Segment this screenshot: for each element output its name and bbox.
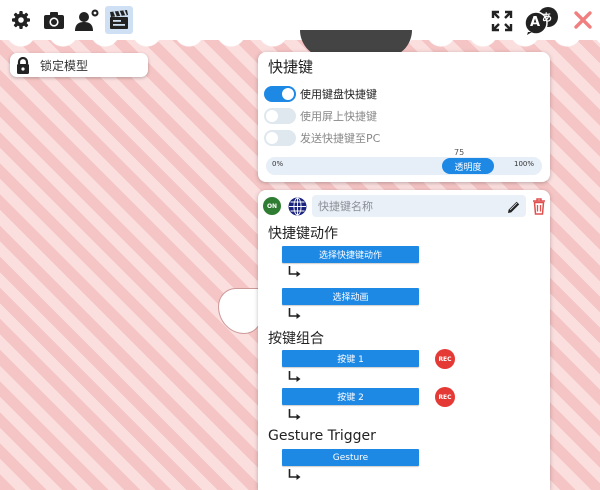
- lock-model-button[interactable]: 锁定模型: [10, 53, 148, 77]
- return-arrow-icon: [288, 406, 302, 425]
- toggle-label: 使用键盘快捷键: [300, 88, 377, 101]
- key-1-button[interactable]: 按键 1: [282, 350, 419, 367]
- close-icon[interactable]: [572, 9, 594, 31]
- gesture-button[interactable]: Gesture: [282, 449, 419, 466]
- opacity-value: 75: [454, 148, 465, 157]
- gear-icon[interactable]: [10, 9, 32, 31]
- user-settings-icon[interactable]: [73, 7, 101, 33]
- shortcut-editor-panel: ON 快捷键动作 选择快捷键动作 选择动画 按键组合 按键 1 REC: [258, 190, 550, 490]
- record-key-1-button[interactable]: REC: [435, 349, 455, 369]
- lock-icon: [16, 56, 30, 74]
- globe-icon[interactable]: [288, 197, 307, 220]
- shortcut-settings-panel: 快捷键 使用键盘快捷键 使用屏上快捷键 发送快捷键至PC 75 0% 透明度 1…: [258, 52, 550, 182]
- camera-icon[interactable]: [42, 9, 66, 31]
- select-shortcut-action-button[interactable]: 选择快捷键动作: [282, 246, 419, 263]
- toggle-row-onscreen-shortcut[interactable]: 使用屏上快捷键: [264, 108, 377, 124]
- return-arrow-icon: [288, 368, 302, 387]
- opacity-min-label: 0%: [272, 160, 284, 168]
- opacity-slider[interactable]: 0% 透明度 100%: [266, 157, 542, 175]
- toggle-row-keyboard-shortcut[interactable]: 使用键盘快捷键: [264, 86, 377, 102]
- trash-icon[interactable]: [532, 198, 546, 219]
- return-arrow-icon: [288, 305, 302, 324]
- shortcut-name-input[interactable]: [312, 195, 526, 217]
- opacity-slider-thumb[interactable]: 透明度: [442, 158, 494, 174]
- section-title-key-combo: 按键组合: [268, 331, 324, 347]
- send-to-pc-toggle[interactable]: [264, 130, 296, 146]
- scallop-edge: [0, 36, 600, 48]
- toggle-label: 使用屏上快捷键: [300, 110, 377, 123]
- panel-title: 快捷键: [268, 58, 314, 76]
- language-kana-glyph: あ: [542, 13, 552, 24]
- on-badge[interactable]: ON: [263, 197, 281, 215]
- keyboard-shortcut-toggle[interactable]: [264, 86, 296, 102]
- toggle-row-send-to-pc[interactable]: 发送快捷键至PC: [264, 130, 380, 146]
- language-icon[interactable]: A あ: [524, 6, 560, 36]
- language-latin-glyph: A: [530, 15, 541, 30]
- lock-model-label: 锁定模型: [40, 58, 89, 73]
- toggle-label: 发送快捷键至PC: [300, 132, 381, 145]
- section-title-gesture: Gesture Trigger: [268, 428, 376, 444]
- opacity-max-label: 100%: [513, 160, 534, 168]
- clapperboard-icon[interactable]: [105, 6, 133, 34]
- key-2-button[interactable]: 按键 2: [282, 388, 419, 405]
- fullscreen-icon[interactable]: [490, 9, 514, 33]
- edit-pencil-icon[interactable]: [507, 199, 521, 218]
- select-animation-button[interactable]: 选择动画: [282, 288, 419, 305]
- record-key-2-button[interactable]: REC: [435, 387, 455, 407]
- character-hand: [218, 288, 262, 334]
- return-arrow-icon: [288, 263, 302, 282]
- onscreen-shortcut-toggle[interactable]: [264, 108, 296, 124]
- section-title-action: 快捷键动作: [268, 226, 338, 242]
- return-arrow-icon: [288, 466, 302, 485]
